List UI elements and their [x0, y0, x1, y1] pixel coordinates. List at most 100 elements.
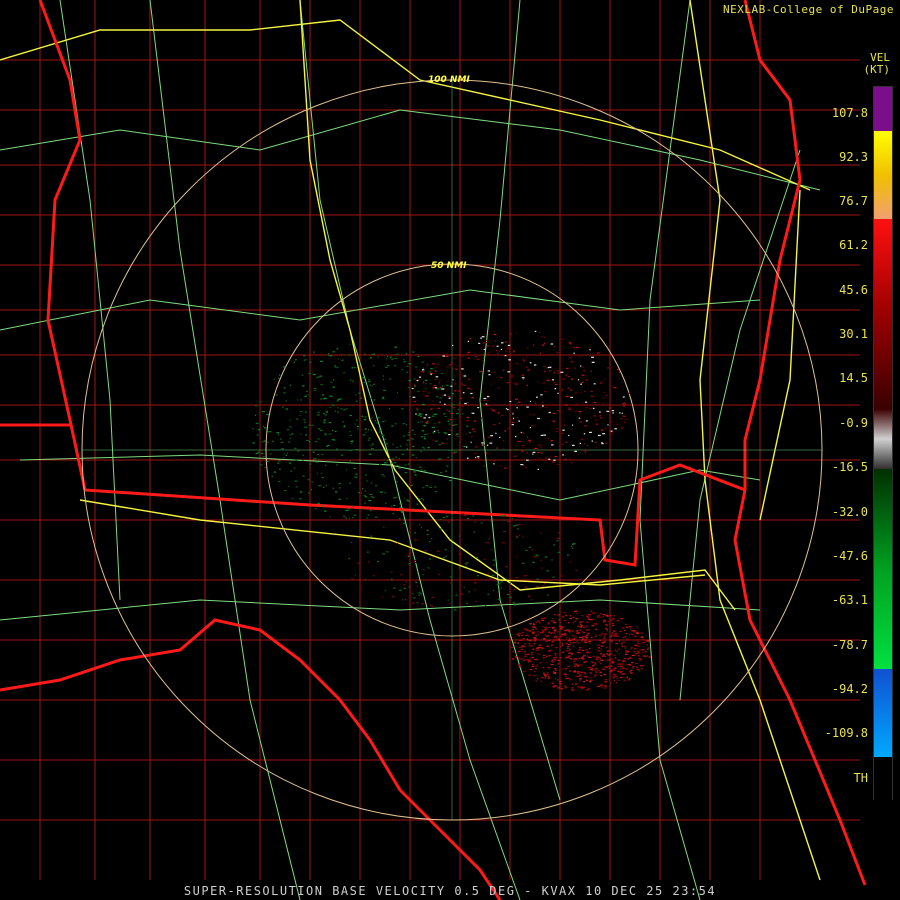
echo-pixel — [597, 685, 600, 687]
echo-pixel — [402, 435, 406, 437]
echo-pixel — [314, 389, 316, 392]
echo-pixel — [648, 656, 651, 658]
echo-pixel — [554, 669, 557, 671]
echo-pixel — [349, 460, 351, 462]
echo-pixel — [432, 400, 434, 402]
echo-pixel — [556, 369, 558, 372]
echo-pixel — [524, 653, 527, 655]
echo-pixel — [389, 408, 391, 410]
echo-pixel — [585, 379, 589, 381]
echo-pixel — [328, 433, 332, 435]
legend-seg-blue — [874, 669, 892, 757]
echo-pixel — [585, 615, 589, 617]
echo-pixel — [369, 384, 371, 386]
echo-pixel — [599, 684, 603, 686]
echo-pixel — [636, 632, 639, 634]
echo-pixel — [304, 421, 307, 423]
echo-pixel — [436, 550, 440, 552]
echo-pixel — [558, 614, 560, 616]
echo-pixel — [528, 643, 531, 645]
echo-pixel — [302, 460, 304, 462]
echo-pixel — [420, 415, 423, 417]
echo-pixel — [434, 491, 438, 493]
echo-pixel — [383, 526, 385, 528]
echo-pixel — [318, 485, 322, 487]
echo-pixel — [375, 516, 377, 518]
echo-pixel — [337, 407, 339, 409]
echo-pixel — [627, 392, 631, 394]
echo-pixel — [541, 647, 544, 649]
echo-pixel — [467, 387, 470, 389]
echo-pixel — [412, 445, 415, 448]
echo-pixel — [541, 335, 543, 337]
echo-pixel — [343, 372, 345, 374]
echo-pixel — [431, 426, 435, 429]
echo-pixel — [402, 599, 404, 601]
echo-pixel — [571, 444, 575, 446]
echo-pixel — [588, 640, 592, 643]
echo-pixel — [578, 642, 580, 644]
echo-pixel — [554, 685, 557, 687]
echo-pixel — [273, 471, 277, 473]
echo-pixel — [581, 402, 583, 404]
echo-pixel — [483, 558, 486, 560]
echo-pixel — [641, 636, 643, 638]
echo-pixel — [518, 401, 521, 403]
echo-pixel — [384, 420, 386, 422]
echo-pixel — [564, 673, 567, 675]
echo-pixel — [493, 463, 495, 465]
echo-pixel — [316, 376, 320, 378]
echo-pixel — [381, 434, 385, 436]
echo-pixel — [466, 457, 469, 459]
echo-pixel — [532, 666, 535, 668]
echo-pixel — [481, 443, 484, 445]
echo-pixel — [539, 644, 541, 646]
echo-pixel — [602, 616, 604, 618]
echo-pixel — [359, 458, 361, 460]
echo-pixel — [601, 668, 605, 670]
echo-pixel — [311, 481, 314, 483]
echo-pixel — [362, 377, 365, 379]
echo-pixel — [481, 442, 484, 444]
echo-pixel — [596, 644, 600, 646]
echo-pixel — [345, 517, 348, 519]
echo-pixel — [266, 413, 269, 416]
echo-pixel — [521, 432, 524, 434]
echo-pixel — [635, 662, 638, 664]
echo-pixel — [622, 660, 625, 662]
echo-pixel — [571, 547, 574, 549]
echo-pixel — [577, 686, 579, 688]
echo-pixel — [562, 616, 565, 618]
echo-pixel — [314, 441, 318, 443]
echo-pixel — [577, 672, 580, 674]
echo-pixel — [534, 447, 538, 449]
echo-pixel — [361, 492, 363, 494]
echo-pixel — [434, 366, 437, 368]
echo-pixel — [636, 666, 638, 668]
echo-pixel — [609, 615, 611, 617]
echo-pixel — [522, 378, 524, 380]
echo-pixel — [500, 581, 503, 583]
echo-pixel — [554, 456, 558, 458]
echo-pixel — [427, 447, 430, 449]
echo-pixel — [379, 429, 382, 431]
echo-pixel — [570, 658, 573, 660]
echo-pixel — [424, 433, 427, 435]
echo-pixel — [536, 664, 538, 666]
echo-pixel — [599, 411, 601, 413]
echo-pixel — [313, 351, 315, 353]
echo-pixel — [558, 532, 560, 534]
legend-seg-green — [874, 469, 892, 669]
echo-pixel — [607, 621, 610, 623]
echo-pixel — [588, 614, 591, 616]
echo-pixel — [263, 440, 266, 442]
echo-pixel — [541, 344, 545, 346]
echo-pixel — [427, 513, 430, 515]
echo-pixel — [557, 551, 561, 553]
echo-pixel — [647, 647, 650, 649]
echo-pixel — [548, 631, 551, 633]
echo-pixel — [430, 373, 432, 375]
echo-pixel — [542, 654, 546, 656]
echo-pixel — [586, 640, 588, 642]
echo-pixel — [285, 408, 289, 410]
